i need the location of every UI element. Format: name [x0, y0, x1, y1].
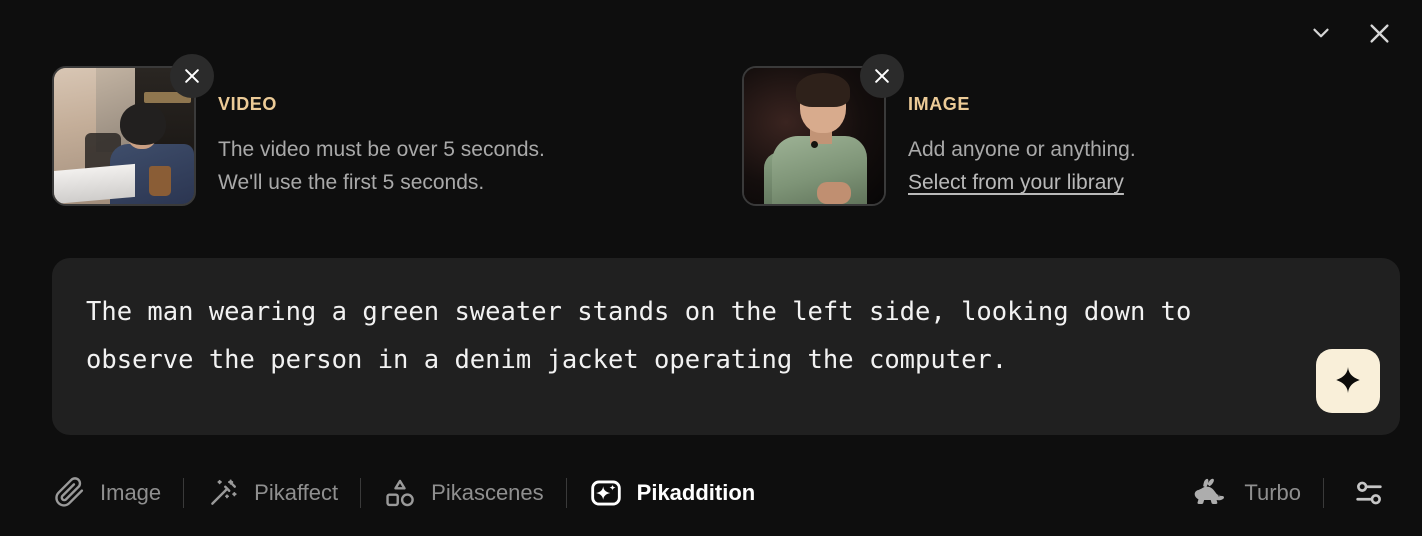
- tool-pikascenes[interactable]: Pikascenes: [383, 476, 562, 510]
- sliders-icon: [1352, 476, 1386, 510]
- select-from-library-link[interactable]: Select from your library: [908, 166, 1124, 199]
- video-card-text: VIDEO The video must be over 5 seconds. …: [218, 66, 545, 199]
- rabbit-icon: [1190, 476, 1230, 510]
- tool-pikaddition-label: Pikaddition: [636, 480, 756, 505]
- image-card-description-line1: Add anyone or anything.: [908, 138, 1136, 161]
- speed-selector[interactable]: Turbo: [1190, 476, 1319, 510]
- close-icon: [1366, 20, 1393, 47]
- prompt-input[interactable]: The man wearing a green sweater stands o…: [86, 288, 1301, 384]
- video-card-description-line1: The video must be over 5 seconds.: [218, 138, 545, 161]
- attachment-card-image: IMAGE Add anyone or anything. Select fro…: [742, 54, 1136, 206]
- toolbar-divider: [183, 478, 185, 508]
- chevron-down-icon: [1308, 20, 1334, 46]
- close-panel-button[interactable]: [1360, 14, 1398, 52]
- generate-button[interactable]: [1316, 349, 1380, 413]
- sparkle-icon: [1333, 365, 1363, 398]
- sparkle-frame-icon: [589, 476, 623, 510]
- image-thumbnail-wrapper: [742, 54, 904, 206]
- window-controls: [1302, 14, 1398, 52]
- shapes-icon: [383, 476, 417, 510]
- video-thumbnail-wrapper: [52, 54, 214, 206]
- tool-image-label: Image: [100, 480, 162, 505]
- image-card-text: IMAGE Add anyone or anything. Select fro…: [908, 66, 1136, 199]
- toolbar-divider: [1323, 478, 1324, 508]
- close-icon: [872, 66, 892, 86]
- image-card-kicker: IMAGE: [908, 94, 971, 114]
- tool-pikaffect-label: Pikaffect: [254, 480, 339, 505]
- remove-image-button[interactable]: [860, 54, 904, 98]
- tool-pikascenes-label: Pikascenes: [431, 480, 544, 505]
- toolbar-divider: [360, 478, 362, 508]
- tool-image[interactable]: Image: [52, 476, 179, 510]
- video-card-kicker: VIDEO: [218, 94, 278, 114]
- attachment-card-video: VIDEO The video must be over 5 seconds. …: [52, 54, 742, 206]
- tool-pikaffect[interactable]: Pikaffect: [206, 476, 356, 510]
- collapse-button[interactable]: [1302, 14, 1340, 52]
- remove-video-button[interactable]: [170, 54, 214, 98]
- composer-toolbar: Image Pikaffect Pikascenes Pikaddition T…: [52, 462, 1386, 524]
- settings-button[interactable]: [1346, 476, 1386, 510]
- pika-composer-panel: VIDEO The video must be over 5 seconds. …: [0, 0, 1422, 536]
- attachment-cards: VIDEO The video must be over 5 seconds. …: [52, 54, 1398, 206]
- paperclip-icon: [52, 476, 86, 510]
- magic-wand-icon: [206, 476, 240, 510]
- speed-label: Turbo: [1244, 480, 1301, 505]
- close-icon: [182, 66, 202, 86]
- toolbar-divider: [565, 478, 567, 508]
- prompt-container: The man wearing a green sweater stands o…: [52, 258, 1400, 435]
- video-card-description-line2: We'll use the first 5 seconds.: [218, 171, 485, 194]
- tool-pikaddition[interactable]: Pikaddition: [589, 476, 774, 510]
